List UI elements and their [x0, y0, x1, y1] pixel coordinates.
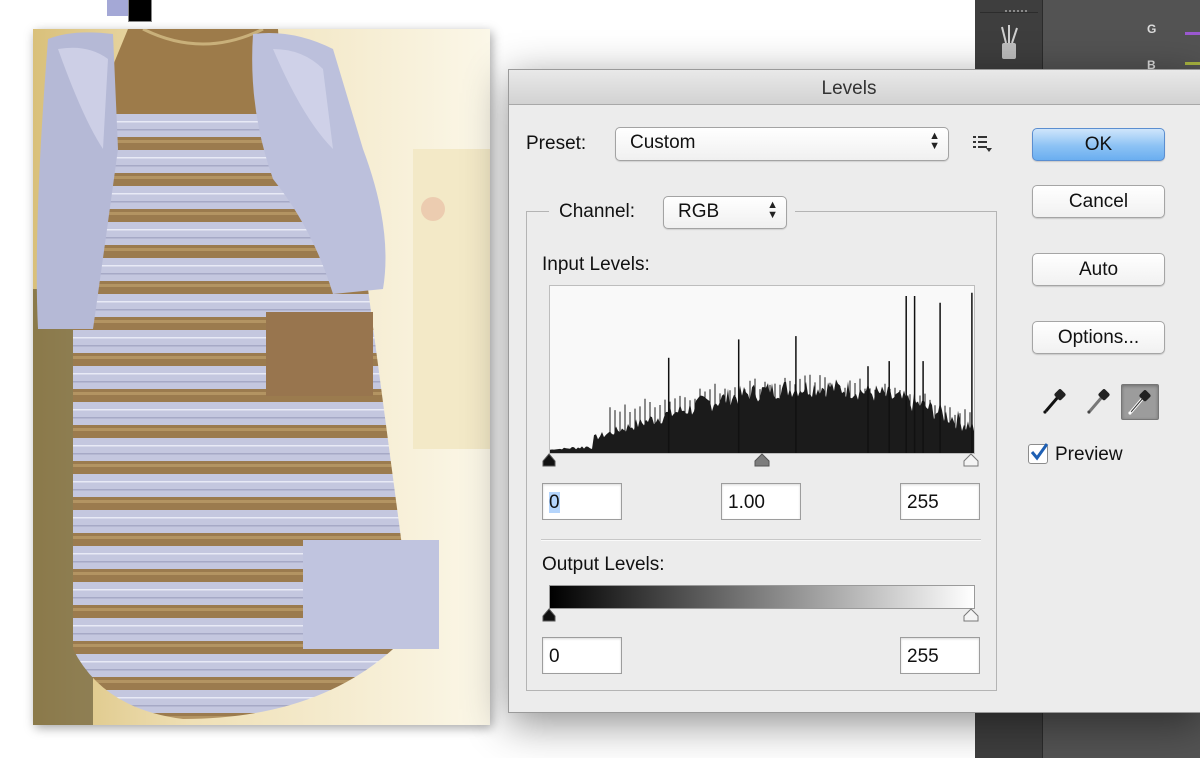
output-black-slider[interactable]	[542, 608, 556, 622]
dialog-title: Levels	[821, 78, 877, 99]
input-levels-label: Input Levels:	[542, 254, 650, 275]
channel-letter-g: G	[1147, 22, 1157, 36]
updown-arrows-icon: ▲ ▼	[767, 199, 778, 221]
preset-label: Preset:	[526, 133, 587, 154]
output-white-field[interactable]: 255	[900, 637, 980, 674]
output-white-value: 255	[907, 646, 939, 667]
channel-value: RGB	[678, 201, 720, 222]
options-button[interactable]: Options...	[1032, 321, 1165, 354]
input-white-slider[interactable]	[963, 453, 979, 467]
input-gamma-field[interactable]: 1.00	[721, 483, 801, 520]
channel-label: Channel:	[559, 201, 636, 222]
input-black-field[interactable]: 0	[542, 483, 622, 520]
preset-options-icon[interactable]	[971, 133, 995, 153]
brushes-icon	[1001, 25, 1018, 59]
updown-arrows-icon: ▲ ▼	[929, 130, 940, 152]
output-black-field[interactable]: 0	[542, 637, 622, 674]
input-black-slider[interactable]	[542, 453, 556, 467]
input-gamma-value: 1.00	[728, 492, 765, 513]
channel-select[interactable]: RGB ▲ ▼	[663, 196, 787, 229]
input-white-value: 255	[907, 492, 939, 513]
levels-dialog: Levels Preset: Custom ▲ ▼ Channel: RGB ▲ ▼…	[508, 69, 1200, 713]
dress-photo-canvas	[33, 29, 490, 725]
eyedropper-white-icon	[1128, 390, 1151, 415]
output-black-value: 0	[549, 646, 560, 667]
panel-grip[interactable]	[980, 0, 1038, 13]
group-divider	[541, 539, 981, 541]
gray-point-eyedropper[interactable]	[1081, 384, 1117, 418]
output-levels-label: Output Levels:	[542, 554, 665, 575]
preview-checkbox[interactable]	[1028, 443, 1049, 464]
input-black-value: 0	[549, 492, 560, 513]
brown-color-swatch	[266, 312, 373, 396]
preview-label[interactable]: Preview	[1055, 444, 1123, 466]
black-point-eyedropper[interactable]	[1037, 384, 1073, 418]
auto-button[interactable]: Auto	[1032, 253, 1165, 286]
preset-select[interactable]: Custom ▲ ▼	[615, 127, 949, 161]
eyedropper-gray-icon	[1087, 389, 1110, 414]
input-white-field[interactable]: 255	[900, 483, 980, 520]
output-levels-gradient	[549, 585, 975, 609]
histogram-graph	[550, 292, 974, 453]
eyedropper-black-icon	[1043, 389, 1066, 414]
checkmark-icon	[1030, 443, 1049, 461]
white-point-eyedropper[interactable]	[1121, 384, 1159, 420]
ok-button[interactable]: OK	[1032, 128, 1165, 161]
dialog-titlebar[interactable]: Levels	[509, 70, 1200, 105]
background-color-swatch[interactable]	[128, 0, 152, 22]
blue-color-swatch	[303, 540, 439, 649]
output-white-slider[interactable]	[963, 608, 979, 622]
brushes-tool[interactable]	[980, 13, 1038, 70]
b-channel-bar	[1185, 62, 1200, 65]
cancel-button[interactable]: Cancel	[1032, 185, 1165, 218]
g-channel-bar	[1185, 32, 1200, 35]
input-gamma-slider[interactable]	[754, 453, 770, 467]
preset-value: Custom	[630, 132, 696, 153]
histogram	[549, 285, 975, 454]
